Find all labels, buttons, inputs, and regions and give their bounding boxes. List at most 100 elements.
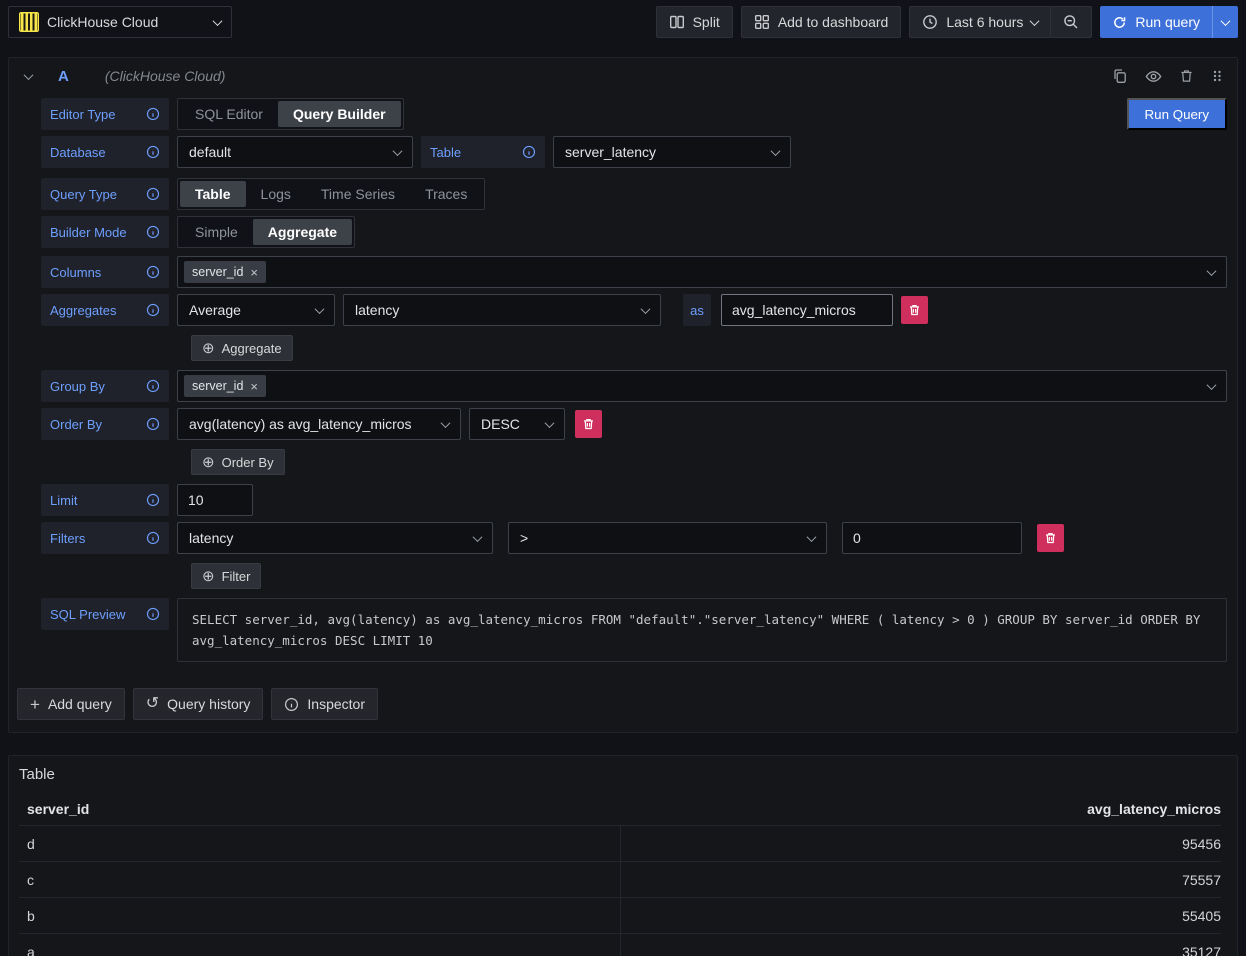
trash-icon: [582, 417, 595, 431]
plus-circle-icon: ⊕: [202, 455, 215, 470]
query-type-logs[interactable]: Logs: [246, 181, 306, 207]
add-order-by-button[interactable]: ⊕ Order By: [191, 449, 285, 475]
info-icon: [146, 379, 160, 393]
chevron-down-icon: [641, 304, 651, 314]
database-select[interactable]: default: [177, 136, 413, 168]
query-type-traces[interactable]: Traces: [410, 181, 482, 207]
query-editor-panel: A (ClickHouse Cloud): [8, 57, 1238, 733]
plus-circle-icon: ⊕: [202, 569, 215, 584]
zoom-out-time-button[interactable]: [1050, 6, 1092, 38]
query-type-label: Query Type: [41, 178, 169, 210]
chevron-down-icon: [545, 418, 555, 428]
table-row: a 35127: [19, 933, 1221, 956]
aggregates-label: Aggregates: [41, 294, 169, 326]
datasource-name: ClickHouse Cloud: [47, 14, 206, 30]
filters-label: Filters: [41, 522, 169, 554]
trash-icon: [1044, 531, 1057, 545]
sql-preview-label: SQL Preview: [41, 598, 169, 630]
duplicate-query-icon[interactable]: [1112, 68, 1128, 84]
database-label: Database: [41, 136, 169, 168]
columns-multiselect[interactable]: server_id ×: [177, 256, 1227, 288]
chevron-down-icon: [1221, 16, 1231, 26]
info-icon: [146, 417, 160, 431]
clickhouse-logo-icon: [19, 12, 39, 32]
column-header-avg-latency-micros[interactable]: avg_latency_micros: [620, 801, 1221, 817]
editor-type-label: Editor Type: [41, 98, 169, 130]
remove-filter-button[interactable]: [1037, 524, 1064, 552]
chevron-down-icon: [393, 146, 403, 156]
time-range-picker[interactable]: Last 6 hours: [909, 6, 1051, 38]
remove-query-trash-icon[interactable]: [1179, 68, 1194, 84]
remove-tag-icon[interactable]: ×: [250, 266, 258, 279]
split-icon: [669, 14, 685, 30]
filter-value-input[interactable]: [842, 522, 1022, 554]
sync-icon: [1112, 15, 1127, 30]
collapse-chevron-icon[interactable]: [24, 70, 34, 80]
run-query-caret[interactable]: [1212, 6, 1238, 38]
builder-mode-switch: Simple Aggregate: [177, 216, 355, 248]
filter-operator-select[interactable]: >: [508, 522, 827, 554]
run-query-split-button[interactable]: Run query: [1100, 6, 1238, 38]
order-by-direction-select[interactable]: DESC: [469, 408, 565, 440]
result-panel-title: Table: [9, 764, 1237, 793]
add-to-dashboard-button[interactable]: Add to dashboard: [741, 6, 902, 38]
aggregate-as-label: as: [683, 294, 711, 326]
remove-aggregate-button[interactable]: [901, 296, 928, 324]
order-by-field-select[interactable]: avg(latency) as avg_latency_micros: [177, 408, 461, 440]
query-type-table[interactable]: Table: [180, 181, 246, 207]
limit-label: Limit: [41, 484, 169, 516]
aggregate-alias-input[interactable]: [721, 294, 893, 326]
query-history-button[interactable]: ↺ Query history: [133, 688, 264, 720]
chevron-down-icon: [1207, 266, 1217, 276]
editor-type-switch: SQL Editor Query Builder: [177, 98, 404, 130]
columns-label: Columns: [41, 256, 169, 288]
add-filter-button[interactable]: ⊕ Filter: [191, 563, 261, 589]
chevron-down-icon: [807, 532, 817, 542]
hide-response-eye-icon[interactable]: [1145, 68, 1162, 85]
inspector-button[interactable]: Inspector: [271, 688, 378, 720]
editor-type-sql-editor[interactable]: SQL Editor: [180, 101, 278, 127]
limit-input[interactable]: [177, 484, 253, 516]
query-row-header: A (ClickHouse Cloud): [9, 58, 1237, 94]
sql-preview-code: SELECT server_id, avg(latency) as avg_la…: [177, 598, 1227, 662]
query-type-switch: Table Logs Time Series Traces: [177, 178, 485, 210]
aggregate-function-select[interactable]: Average: [177, 294, 335, 326]
run-query-inline-button[interactable]: Run Query: [1127, 98, 1227, 130]
table-select[interactable]: server_latency: [553, 136, 791, 168]
history-icon: ↺: [146, 696, 159, 712]
filter-field-select[interactable]: latency: [177, 522, 493, 554]
group-by-multiselect[interactable]: server_id ×: [177, 370, 1227, 402]
builder-mode-aggregate[interactable]: Aggregate: [253, 219, 352, 245]
chevron-down-icon: [213, 16, 223, 26]
info-icon: [146, 107, 160, 121]
group-by-label: Group By: [41, 370, 169, 402]
query-ref-id: A: [58, 68, 69, 85]
builder-mode-simple[interactable]: Simple: [180, 219, 253, 245]
clock-icon: [922, 14, 938, 30]
table-label: Table: [421, 136, 545, 168]
drag-handle-icon[interactable]: [1211, 68, 1223, 84]
zoom-out-icon: [1063, 14, 1079, 30]
dashboard-grid-icon: [754, 14, 770, 30]
add-query-button[interactable]: + Add query: [17, 688, 125, 720]
aggregate-column-select[interactable]: latency: [343, 294, 661, 326]
remove-order-by-button[interactable]: [575, 410, 602, 438]
split-button[interactable]: Split: [656, 6, 733, 38]
info-icon: [146, 531, 160, 545]
add-aggregate-button[interactable]: ⊕ Aggregate: [191, 335, 293, 361]
columns-tag-server-id: server_id ×: [184, 261, 266, 283]
chevron-down-icon: [441, 418, 451, 428]
datasource-picker[interactable]: ClickHouse Cloud: [8, 6, 232, 38]
remove-tag-icon[interactable]: ×: [250, 380, 258, 393]
info-icon: [522, 145, 536, 159]
query-type-time-series[interactable]: Time Series: [306, 181, 410, 207]
result-table: server_id avg_latency_micros d 95456 c 7…: [19, 793, 1221, 956]
chevron-down-icon: [1030, 16, 1040, 26]
order-by-label: Order By: [41, 408, 169, 440]
table-row: d 95456: [19, 825, 1221, 861]
table-row: b 55405: [19, 897, 1221, 933]
editor-type-query-builder[interactable]: Query Builder: [278, 101, 401, 127]
plus-circle-icon: ⊕: [202, 341, 215, 356]
info-circle-icon: [284, 697, 299, 712]
column-header-server-id[interactable]: server_id: [19, 801, 620, 817]
